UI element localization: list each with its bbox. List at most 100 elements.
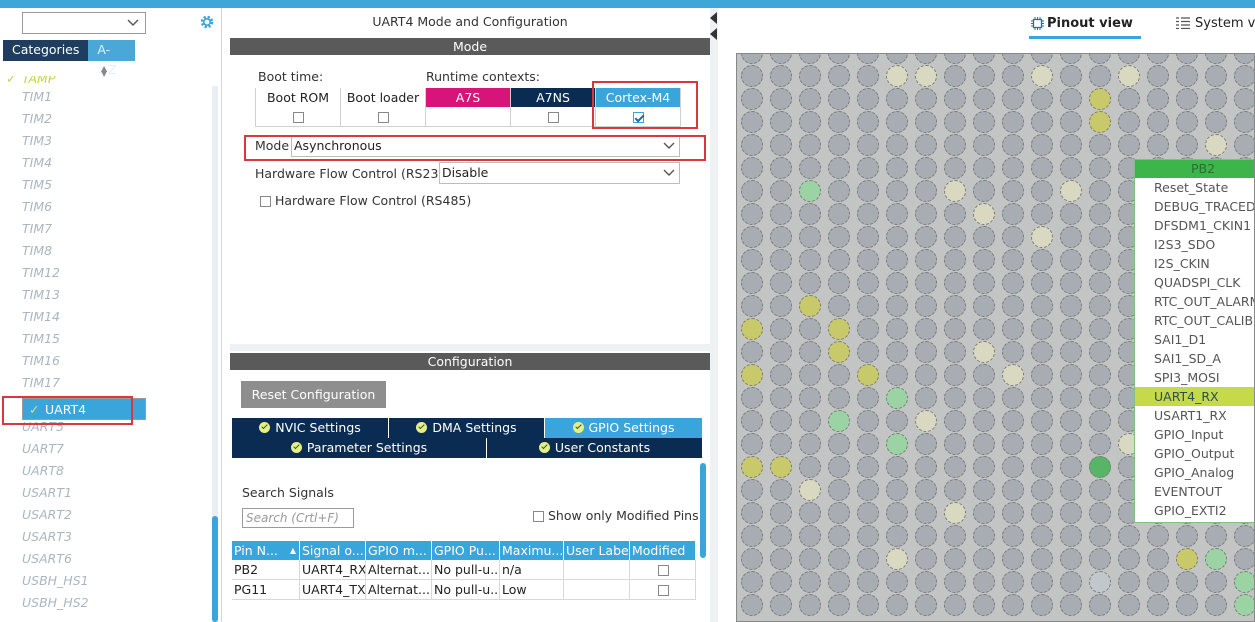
pin[interactable]	[1089, 410, 1111, 432]
pin[interactable]	[770, 318, 792, 340]
pin[interactable]	[741, 65, 763, 87]
pin[interactable]	[799, 571, 821, 593]
pin[interactable]	[1060, 157, 1082, 179]
pin[interactable]	[1118, 111, 1140, 133]
pin[interactable]	[915, 134, 937, 156]
table-row[interactable]: PB2	[232, 560, 300, 580]
pin[interactable]	[857, 54, 879, 64]
pin[interactable]	[770, 111, 792, 133]
pin[interactable]	[1002, 88, 1024, 110]
pin[interactable]	[1060, 433, 1082, 455]
pin[interactable]	[1176, 594, 1198, 616]
pin[interactable]	[944, 65, 966, 87]
pin[interactable]	[1089, 387, 1111, 409]
pin[interactable]	[799, 479, 821, 501]
pin[interactable]	[1060, 571, 1082, 593]
pin[interactable]	[741, 571, 763, 593]
pin[interactable]	[1002, 180, 1024, 202]
pin[interactable]	[741, 295, 763, 317]
pin[interactable]	[973, 272, 995, 294]
pin[interactable]	[1205, 88, 1227, 110]
pin[interactable]	[1089, 364, 1111, 386]
pin[interactable]	[1089, 571, 1111, 593]
peripheral-item-tim13[interactable]: TIM13	[0, 284, 210, 306]
pin[interactable]	[1234, 594, 1254, 616]
pin[interactable]	[1234, 548, 1254, 570]
pin[interactable]	[1031, 456, 1053, 478]
pin[interactable]	[828, 295, 850, 317]
peripheral-item-tamp[interactable]: ✓ TAMP	[0, 76, 210, 86]
pin[interactable]	[973, 456, 995, 478]
pin[interactable]	[1031, 272, 1053, 294]
pin[interactable]	[944, 226, 966, 248]
search-signals-input[interactable]: Search (Crtl+F)	[242, 508, 354, 528]
pin[interactable]	[915, 157, 937, 179]
table-cell[interactable]: Alternat...	[366, 580, 432, 600]
pin[interactable]	[741, 456, 763, 478]
pin[interactable]	[1205, 594, 1227, 616]
pin[interactable]	[886, 272, 908, 294]
pin[interactable]	[973, 502, 995, 524]
peripheral-item-usbh_hs1[interactable]: USBH_HS1	[0, 570, 210, 592]
pin[interactable]	[1118, 571, 1140, 593]
pin[interactable]	[1031, 88, 1053, 110]
pin[interactable]	[1002, 249, 1024, 271]
pin[interactable]	[915, 295, 937, 317]
pin[interactable]	[1118, 134, 1140, 156]
pin[interactable]	[944, 433, 966, 455]
pin[interactable]	[741, 203, 763, 225]
tab-system-view[interactable]: System vie	[1176, 15, 1255, 39]
pin[interactable]	[799, 548, 821, 570]
pin[interactable]	[973, 295, 995, 317]
pin[interactable]	[1176, 525, 1198, 547]
pin[interactable]	[1031, 203, 1053, 225]
pin[interactable]	[1089, 502, 1111, 524]
pin[interactable]	[1060, 272, 1082, 294]
pin[interactable]	[770, 410, 792, 432]
pin[interactable]	[799, 226, 821, 248]
pin[interactable]	[915, 88, 937, 110]
pin-menu-item[interactable]: RTC_OUT_ALARM2	[1135, 292, 1254, 311]
pin[interactable]	[1031, 54, 1053, 64]
hwfc-rs485-checkbox[interactable]	[260, 196, 271, 207]
pin[interactable]	[1031, 410, 1053, 432]
pin[interactable]	[1031, 65, 1053, 87]
peripheral-item-tim3[interactable]: TIM3	[0, 130, 210, 152]
pin[interactable]	[1089, 180, 1111, 202]
pin[interactable]	[1234, 111, 1254, 133]
pin[interactable]	[944, 525, 966, 547]
pin[interactable]	[1002, 571, 1024, 593]
table-row[interactable]: PG11	[232, 580, 300, 600]
pin[interactable]	[1031, 387, 1053, 409]
pin-menu-item[interactable]: DFSDM1_CKIN1	[1135, 216, 1254, 235]
col-gpio-mode[interactable]: GPIO m...	[366, 541, 432, 560]
pin[interactable]	[973, 111, 995, 133]
hwfc-rs232-select[interactable]: Disable	[439, 162, 680, 184]
pin[interactable]	[944, 203, 966, 225]
pin[interactable]	[1031, 433, 1053, 455]
pin[interactable]	[944, 295, 966, 317]
collapse-left-icon[interactable]	[710, 12, 717, 24]
peripheral-item-tim8[interactable]: TIM8	[0, 240, 210, 262]
peripheral-item-tim6[interactable]: TIM6	[0, 196, 210, 218]
pin[interactable]	[1118, 548, 1140, 570]
pin[interactable]	[886, 295, 908, 317]
pin[interactable]	[944, 571, 966, 593]
pin[interactable]	[915, 479, 937, 501]
pin[interactable]	[770, 594, 792, 616]
pin[interactable]	[886, 203, 908, 225]
pin[interactable]	[886, 410, 908, 432]
pin[interactable]	[973, 548, 995, 570]
show-modified-checkbox[interactable]	[533, 511, 544, 522]
pin[interactable]	[741, 249, 763, 271]
pin[interactable]	[1031, 364, 1053, 386]
pin[interactable]	[770, 433, 792, 455]
pin[interactable]	[1060, 65, 1082, 87]
pin-menu-item[interactable]: SPI3_MOSI	[1135, 368, 1254, 387]
pin[interactable]	[915, 249, 937, 271]
pin-menu-item[interactable]: Reset_State	[1135, 178, 1254, 197]
pin[interactable]	[828, 341, 850, 363]
pin[interactable]	[1089, 548, 1111, 570]
pin[interactable]	[915, 111, 937, 133]
pin[interactable]	[770, 548, 792, 570]
